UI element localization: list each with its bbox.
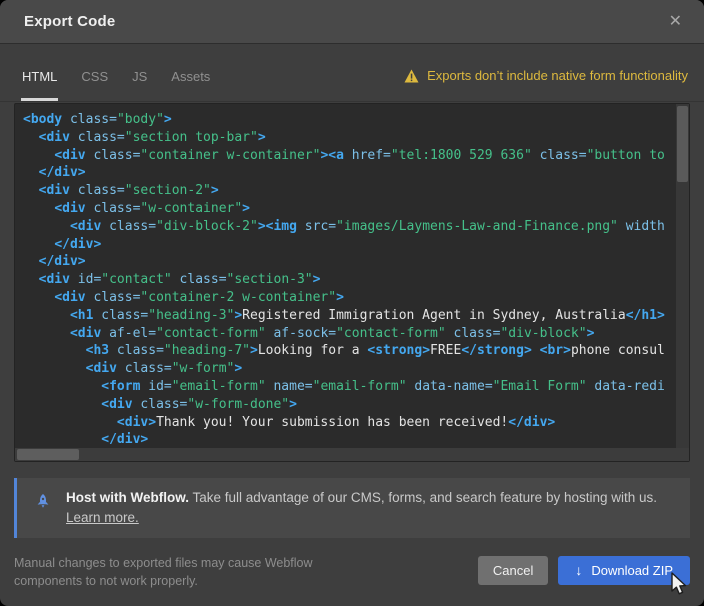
- footer-buttons: Cancel ↓ Download ZIP: [478, 556, 690, 585]
- modal-header: Export Code ✕: [0, 0, 704, 44]
- banner-text: Host with Webflow. Take full advantage o…: [66, 488, 657, 528]
- code-viewport[interactable]: <body class="body"> <div class="section …: [15, 104, 676, 448]
- warning-text: Exports don’t include native form functi…: [427, 68, 688, 83]
- vertical-scrollbar-thumb[interactable]: [677, 106, 688, 182]
- tab-bar: HTML CSS JS Assets Exports don’t include na…: [0, 44, 704, 102]
- download-zip-button[interactable]: ↓ Download ZIP: [558, 556, 690, 585]
- host-with-webflow-banner: Host with Webflow. Take full advantage o…: [14, 478, 690, 538]
- warning-triangle-icon: [404, 69, 419, 83]
- code-content: <body class="body"> <div class="section …: [15, 104, 676, 448]
- export-code-modal: Export Code ✕ HTML CSS JS Assets Exports do…: [0, 0, 704, 606]
- tab-js[interactable]: JS: [131, 69, 148, 101]
- cancel-button[interactable]: Cancel: [478, 556, 548, 585]
- tab-list: HTML CSS JS Assets: [21, 69, 211, 101]
- modal-footer: Manual changes to exported files may cau…: [0, 538, 704, 606]
- banner-bold-text: Host with Webflow.: [66, 490, 189, 505]
- close-icon[interactable]: ✕: [665, 10, 686, 34]
- tab-html[interactable]: HTML: [21, 69, 58, 101]
- footer-note-line1: Manual changes to exported files may cau…: [14, 554, 313, 572]
- code-panel: <body class="body"> <div class="section …: [14, 103, 690, 462]
- tab-css[interactable]: CSS: [80, 69, 109, 101]
- modal-title: Export Code: [24, 13, 115, 30]
- vertical-scrollbar[interactable]: [676, 104, 689, 448]
- form-warning: Exports don’t include native form functi…: [404, 68, 688, 101]
- download-button-label: Download ZIP: [591, 563, 673, 578]
- tab-assets[interactable]: Assets: [170, 69, 211, 101]
- horizontal-scrollbar-thumb[interactable]: [17, 449, 79, 460]
- rocket-icon: [34, 493, 52, 511]
- footer-note-line2: components to not work properly.: [14, 572, 313, 590]
- footer-note: Manual changes to exported files may cau…: [14, 554, 313, 590]
- horizontal-scrollbar[interactable]: [15, 448, 689, 461]
- download-arrow-icon: ↓: [575, 563, 582, 577]
- banner-body-text: Take full advantage of our CMS, forms, a…: [189, 490, 657, 505]
- learn-more-link[interactable]: Learn more.: [66, 510, 139, 525]
